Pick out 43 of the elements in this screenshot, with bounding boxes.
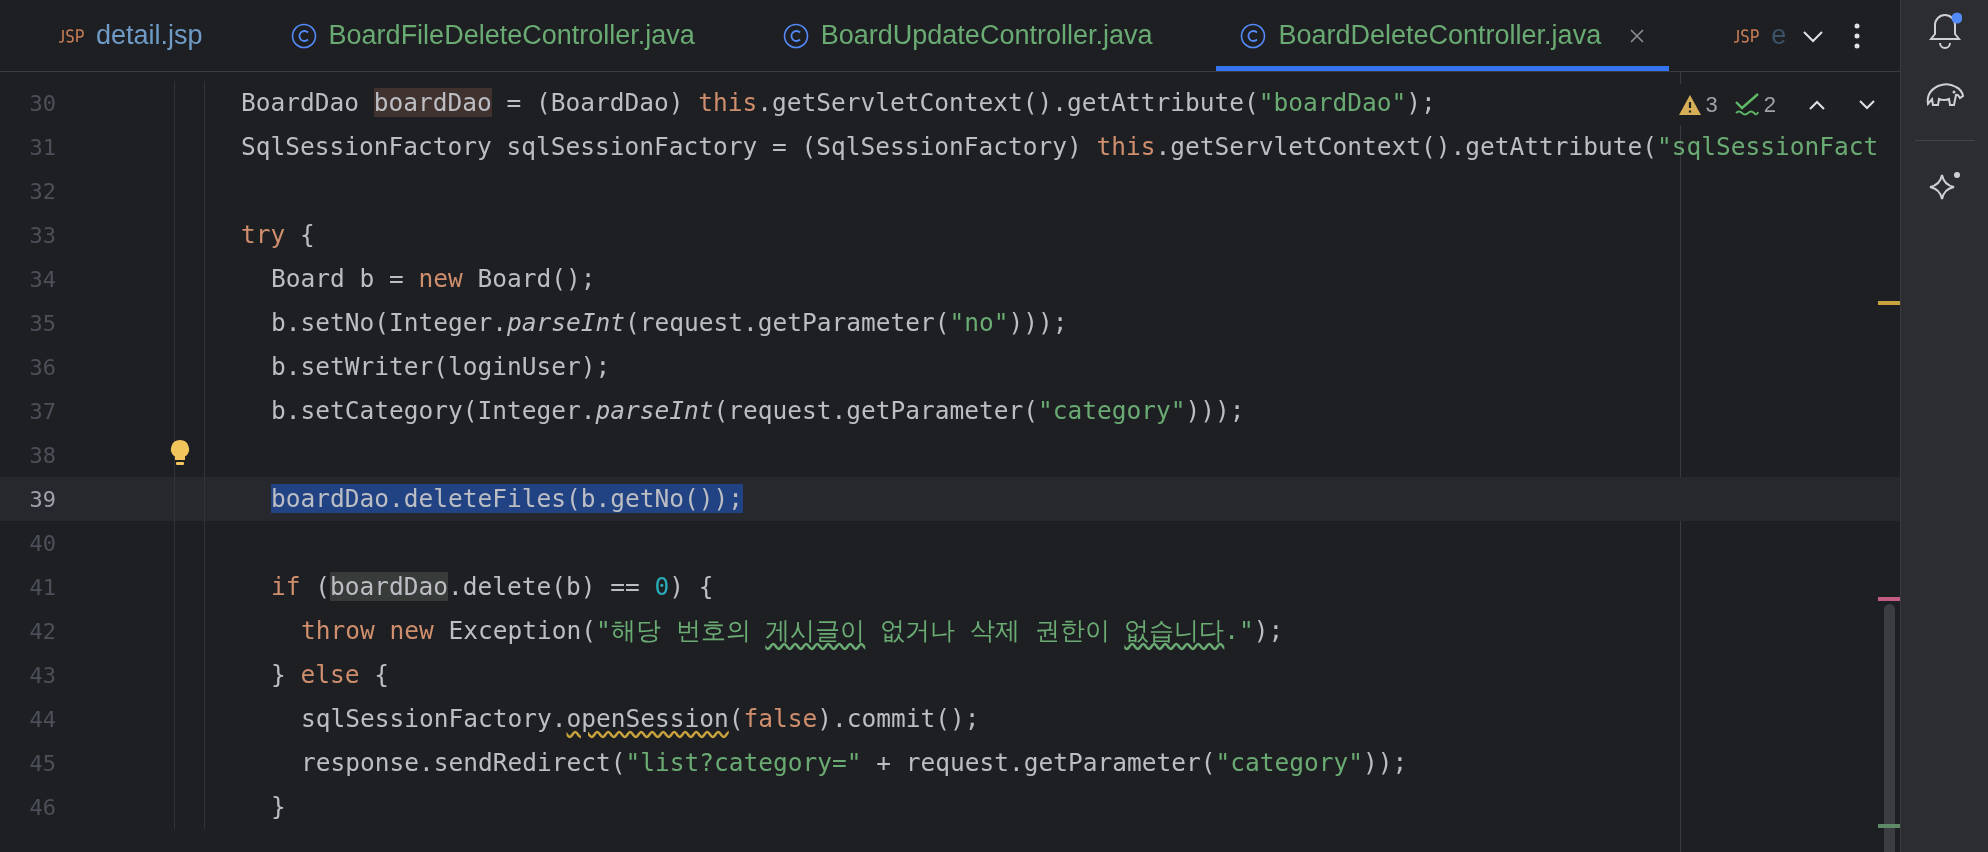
warning-icon[interactable] bbox=[1677, 93, 1702, 116]
error-marker[interactable] bbox=[1878, 597, 1900, 601]
chevron-up-icon[interactable] bbox=[1808, 98, 1826, 111]
tab-label: BoardDeleteController.java bbox=[1278, 19, 1602, 53]
warning-marker[interactable] bbox=[1878, 301, 1900, 305]
code-line: b.setWriter(loginUser); bbox=[271, 350, 611, 383]
check-icon[interactable] bbox=[1733, 92, 1760, 117]
more-icon[interactable] bbox=[1854, 22, 1860, 49]
chevron-down-icon[interactable] bbox=[1802, 28, 1824, 43]
code-line: } bbox=[271, 790, 286, 823]
editor-tab[interactable]: BoardDeleteController.java bbox=[1216, 0, 1670, 71]
warning-count: 3 bbox=[1705, 91, 1718, 119]
tab-label: BoardFileDeleteController.java bbox=[328, 19, 695, 53]
code-line: SqlSessionFactory sqlSessionFactory = (SqlSessionFactory) this.getServletContext().getAttribute("sqlSessionFact bbox=[241, 130, 1879, 163]
scrollbar-thumb[interactable] bbox=[1884, 604, 1895, 852]
notifications-icon[interactable] bbox=[1927, 12, 1962, 50]
code-line: try { bbox=[241, 218, 315, 251]
code-line: throw new Exception("해당 번호의 게시글이 없거나 삭제 권한이 없습니다."); bbox=[301, 614, 1284, 647]
class-icon bbox=[1240, 22, 1267, 49]
code-line: response.sendRedirect("list?category=" + request.getParameter("category")); bbox=[301, 746, 1408, 779]
jsp-file-icon bbox=[58, 27, 84, 44]
change-marker[interactable] bbox=[1878, 824, 1900, 828]
tab-label: e bbox=[1771, 19, 1787, 53]
line-number: 39 bbox=[28, 485, 56, 514]
tab-label: detail.jsp bbox=[96, 19, 203, 53]
code-line: b.setCategory(Integer.parseInt(request.getParameter("category"))); bbox=[271, 394, 1245, 427]
code-line: sqlSessionFactory.openSession(false).commit(); bbox=[301, 702, 980, 735]
class-icon bbox=[290, 22, 317, 49]
chevron-down-icon[interactable] bbox=[1858, 98, 1876, 111]
editor-tab[interactable]: BoardFileDeleteController.java bbox=[266, 0, 719, 71]
code-line: Board b = new Board(); bbox=[271, 262, 596, 295]
light-bulb-icon[interactable] bbox=[169, 439, 191, 467]
code-line: } else { bbox=[271, 658, 390, 691]
class-icon bbox=[782, 22, 809, 49]
code-line: if (boardDao.delete(b) == 0) { bbox=[271, 570, 714, 603]
jsp-file-icon bbox=[1733, 27, 1760, 44]
tab-label: BoardUpdateController.java bbox=[820, 19, 1153, 53]
close-icon[interactable] bbox=[1629, 27, 1646, 44]
editor-tab[interactable]: BoardUpdateController.java bbox=[758, 0, 1177, 71]
weak-warning-count: 2 bbox=[1763, 91, 1776, 119]
code-line: b.setNo(Integer.parseInt(request.getParameter("no"))); bbox=[271, 306, 1068, 339]
code-line: BoardDao boardDao = (BoardDao) this.getServletContext().getAttribute("boardDao"); bbox=[241, 86, 1436, 119]
editor-tab[interactable]: detail.jsp bbox=[34, 0, 227, 71]
